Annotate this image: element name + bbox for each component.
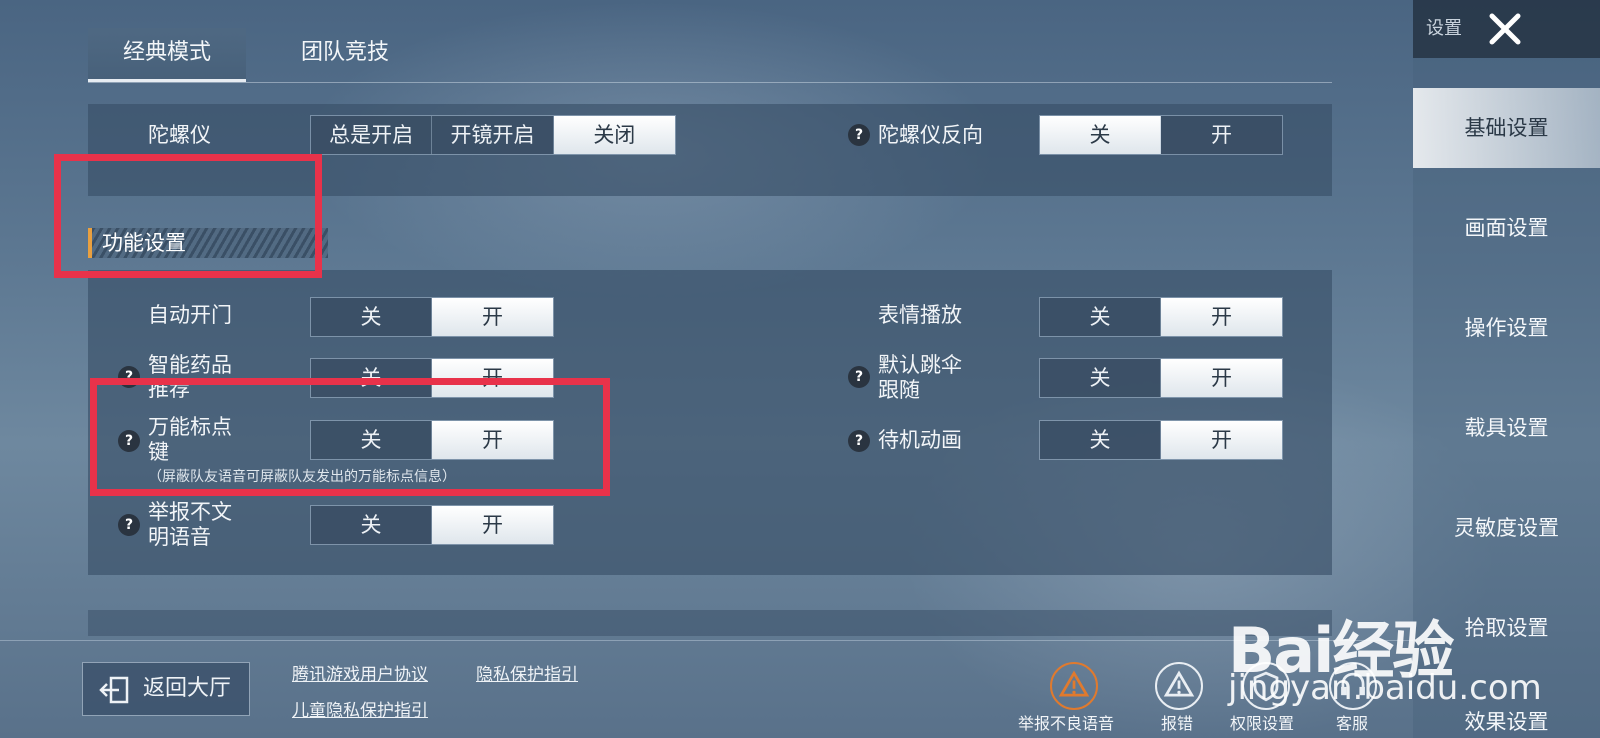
idle-anim-label: 待机动画 [878, 428, 962, 452]
tab-team-deathmatch[interactable]: 团队竞技 [266, 28, 424, 82]
close-icon[interactable] [1480, 4, 1530, 54]
toggle-off-option[interactable]: 关 [1040, 116, 1161, 154]
permission-settings-label: 权限设置 [1230, 714, 1295, 733]
next-panel [88, 610, 1332, 636]
smart-meds-label: 智能药品 [148, 353, 232, 377]
gyro-reverse-label: 陀螺仪反向 [878, 123, 983, 147]
help-icon[interactable]: ? [118, 514, 140, 536]
sidebar-title: 设置 [1426, 18, 1462, 39]
back-to-lobby-button[interactable]: 返回大厅 [82, 662, 250, 716]
toggle-on-option[interactable]: 开 [1161, 116, 1282, 154]
toggle-off-option[interactable]: 关 [311, 506, 432, 544]
child-privacy-link[interactable]: 儿童隐私保护指引 [292, 696, 428, 721]
idle-anim-toggle: 关 开 [1039, 420, 1283, 460]
sidebar-item-graphics[interactable]: 画面设置 [1413, 188, 1600, 268]
gyro-option-always[interactable]: 总是开启 [311, 116, 433, 154]
report-bug-label: 报错 [1161, 714, 1194, 733]
report-voice-toggle: 关 开 [310, 505, 554, 545]
highlight-box [54, 154, 322, 278]
auto-door-toggle: 关 开 [310, 297, 554, 337]
toggle-off-option[interactable]: 关 [311, 298, 432, 336]
sidebar-item-basic[interactable]: 基础设置 [1413, 88, 1600, 168]
customer-service-label: 客服 [1336, 714, 1369, 733]
privacy-guide-link[interactable]: 隐私保护指引 [476, 660, 578, 685]
emote-toggle: 关 开 [1039, 297, 1283, 337]
parachute-label-line2: 跟随 [878, 378, 920, 402]
exit-icon [99, 676, 129, 704]
bottom-divider [0, 640, 1413, 641]
toggle-off-option[interactable]: 关 [1040, 298, 1161, 336]
toggle-off-option[interactable]: 关 [1040, 359, 1161, 397]
sidebar-item-vehicle[interactable]: 载具设置 [1413, 388, 1600, 468]
auto-door-label: 自动开门 [148, 303, 232, 327]
user-agreement-link[interactable]: 腾讯游戏用户协议 [292, 660, 428, 685]
emote-label: 表情播放 [878, 303, 962, 327]
toggle-on-option[interactable]: 开 [1161, 359, 1282, 397]
highlight-box [90, 378, 610, 496]
sidebar-item-controls[interactable]: 操作设置 [1413, 288, 1600, 368]
gyro-label: 陀螺仪 [148, 123, 211, 147]
back-button-label: 返回大厅 [143, 676, 232, 701]
toggle-off-option[interactable]: 关 [1040, 421, 1161, 459]
report-voice-icon[interactable] [1050, 662, 1098, 710]
report-voice-label: 举报不文 [148, 500, 232, 524]
report-voice-action-label: 举报不良语音 [1018, 714, 1115, 733]
baidu-watermark-url: jingyan.baidu.com [1228, 668, 1542, 708]
sidebar-item-sensitivity[interactable]: 灵敏度设置 [1413, 488, 1600, 568]
gyro-option-scope[interactable]: 开镜开启 [432, 116, 554, 154]
parachute-label: 默认跳伞 [878, 353, 962, 377]
toggle-on-option[interactable]: 开 [432, 298, 553, 336]
help-icon[interactable]: ? [848, 124, 870, 146]
help-icon[interactable]: ? [848, 366, 870, 388]
gyro-reverse-toggle: 关 开 [1039, 115, 1283, 155]
toggle-on-option[interactable]: 开 [432, 506, 553, 544]
parachute-toggle: 关 开 [1039, 358, 1283, 398]
gyro-option-off[interactable]: 关闭 [553, 116, 675, 154]
help-icon[interactable]: ? [848, 430, 870, 452]
tab-divider [88, 82, 1332, 83]
toggle-on-option[interactable]: 开 [1161, 421, 1282, 459]
warning-icon[interactable] [1155, 662, 1203, 710]
report-voice-label-line2: 明语音 [148, 525, 211, 549]
tab-classic-mode[interactable]: 经典模式 [88, 28, 246, 82]
toggle-on-option[interactable]: 开 [1161, 298, 1282, 336]
gyro-segmented: 总是开启 开镜开启 关闭 [310, 115, 676, 155]
